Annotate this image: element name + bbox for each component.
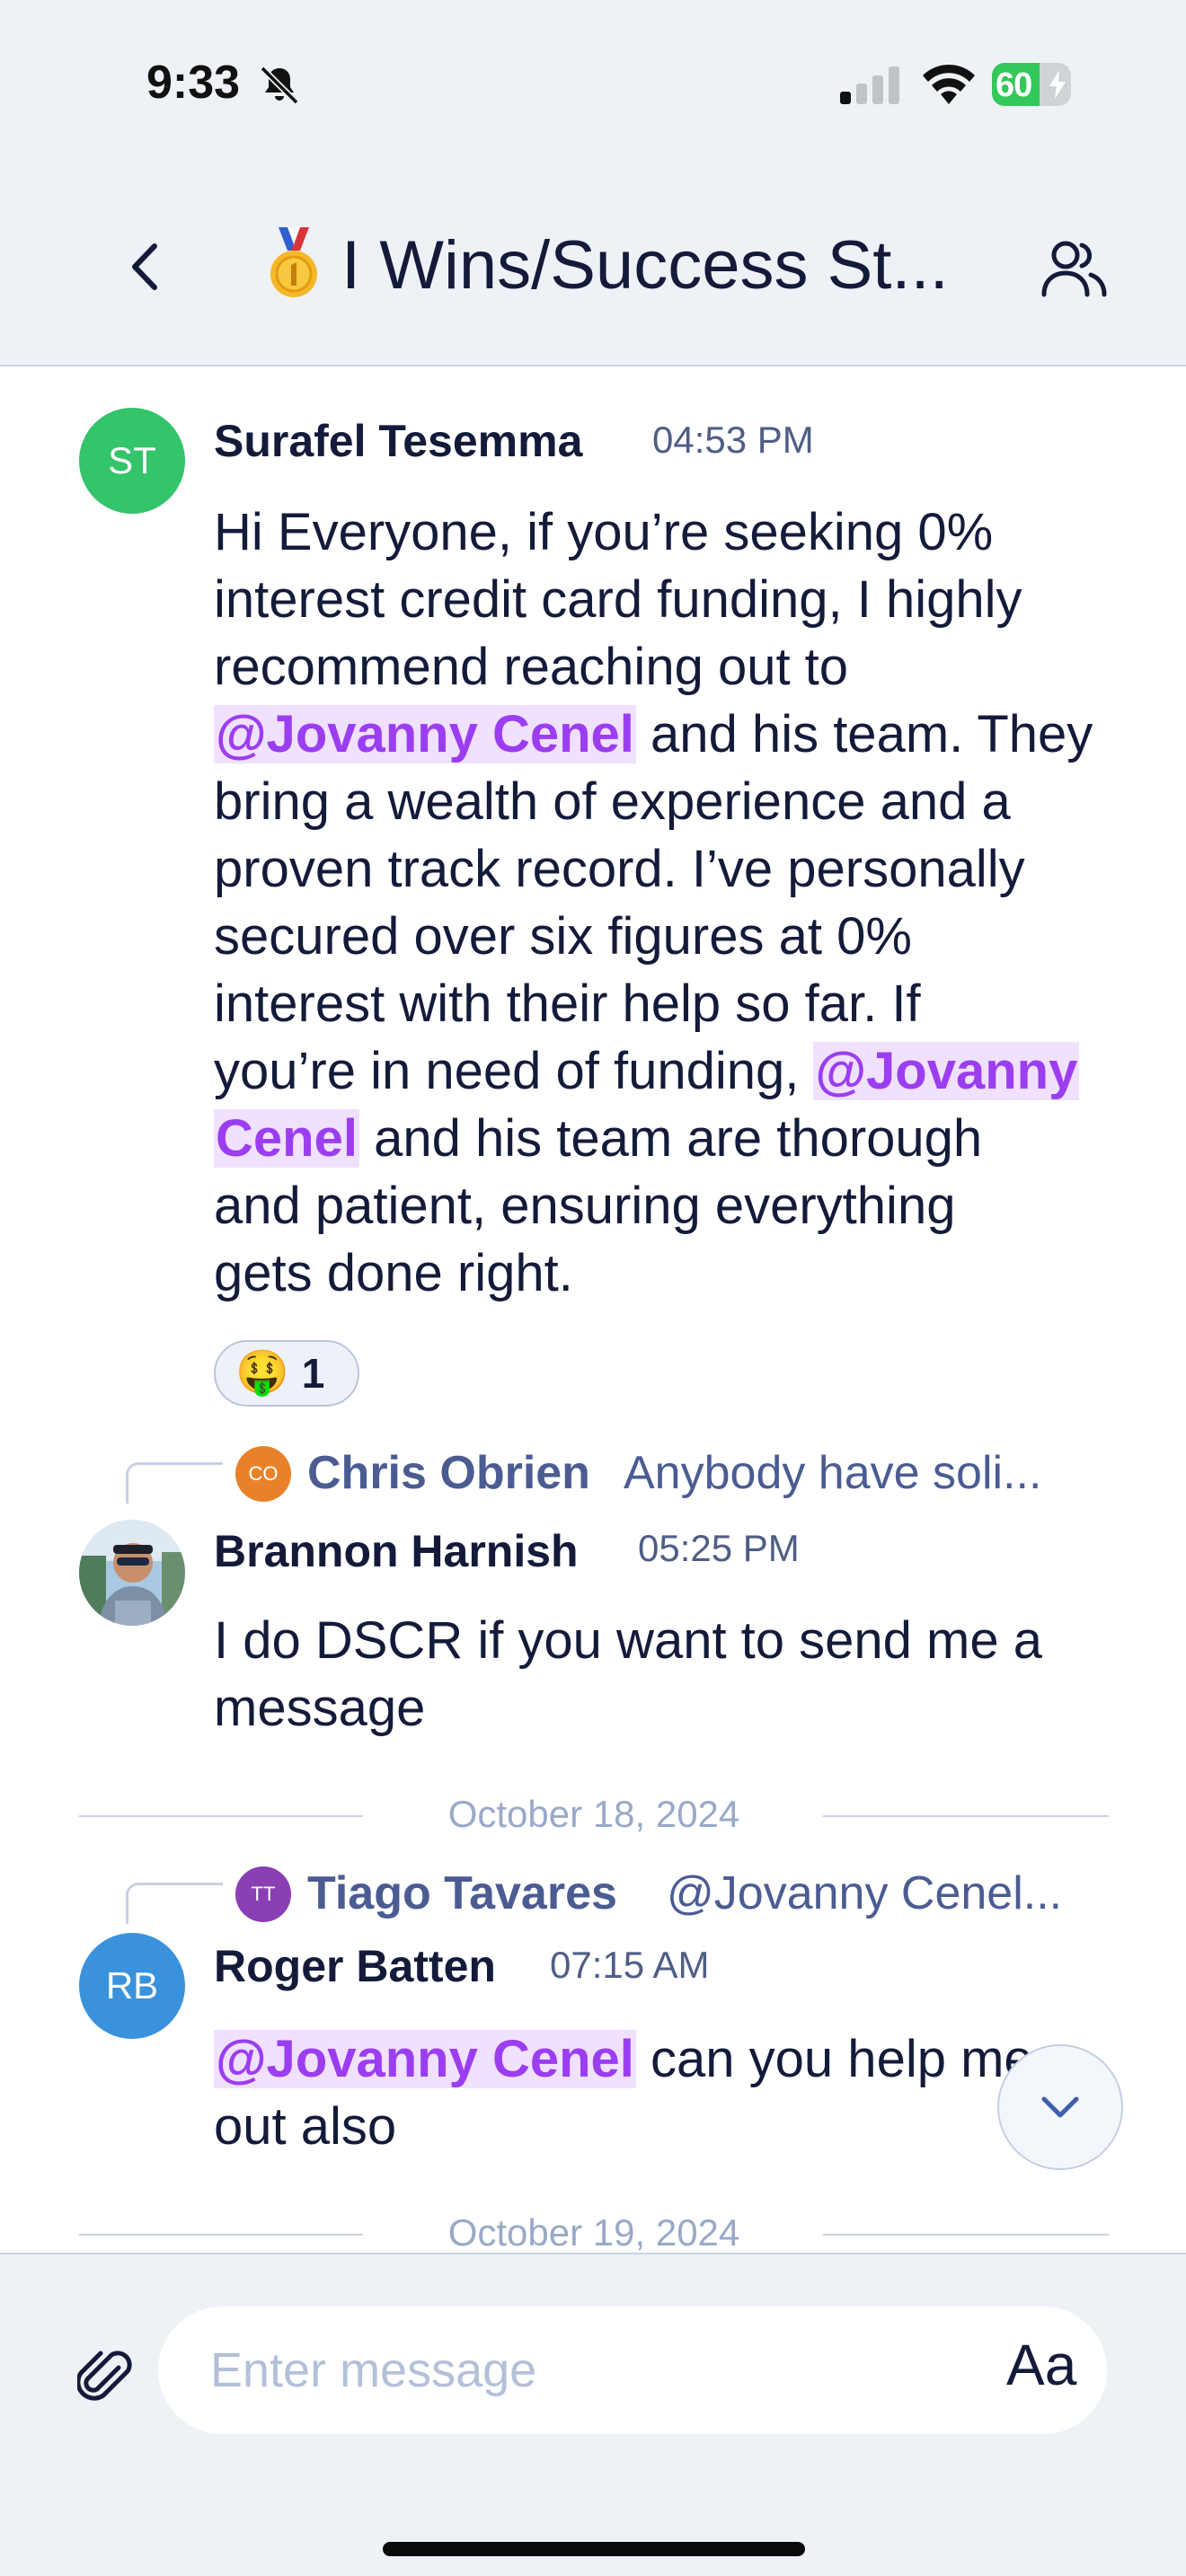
message-line: secured over six figures at 0% [214, 904, 912, 970]
message-line: out also [214, 2094, 396, 2160]
reply-preview[interactable]: @Jovanny Cenel... [667, 1866, 1062, 1920]
message-line: Hi Everyone, if you’re seeking 0% [214, 499, 993, 566]
sender-name[interactable]: Roger Batten [214, 1940, 496, 1992]
reply-author[interactable]: Tiago Tavares [307, 1866, 617, 1920]
message-text: interest credit card funding, I highly [214, 570, 1022, 629]
status-time: 9:33 [146, 57, 241, 109]
sender-name[interactable]: Brannon Harnish [214, 1525, 579, 1577]
avatar[interactable]: ST [79, 408, 185, 514]
message-line: message [214, 1675, 425, 1742]
message-text: message [214, 1679, 426, 1737]
message-line: gets done right. [214, 1240, 573, 1307]
user-mention[interactable]: @Jovanny Cenel [214, 705, 636, 763]
avatar-initials: RB [105, 1964, 159, 2007]
message-line: Cenel and his team are thorough [214, 1106, 982, 1172]
top-bar: 9:33 60 I Wins/Success St... [0, 0, 1186, 366]
bolt-icon [1049, 70, 1066, 99]
message-line: proven track record. I’ve personally [214, 836, 1025, 903]
medal-icon [270, 227, 317, 297]
reply-author[interactable]: Chris Obrien [307, 1446, 590, 1500]
date-label: October 19, 2024 [447, 2211, 740, 2254]
message-text: can you help me [635, 2030, 1033, 2088]
message-text: I do DSCR if you want to send me a [214, 1611, 1042, 1670]
avatar[interactable] [79, 1520, 185, 1626]
message-time: 04:53 PM [652, 419, 814, 461]
scroll-to-bottom-button[interactable] [997, 2044, 1123, 2170]
user-mention[interactable]: @Jovanny [813, 1042, 1080, 1100]
message-text: you’re in need of funding, [214, 1042, 814, 1100]
battery-percent: 60 [996, 66, 1032, 104]
message-input[interactable] [158, 2307, 1107, 2434]
wifi-icon [923, 64, 975, 104]
channel-title-text: I Wins/Success St... [341, 226, 949, 304]
message-line: you’re in need of funding, @Jovanny [214, 1038, 1080, 1105]
bell-slash-icon [260, 66, 299, 105]
reply-avatar: TT [235, 1866, 291, 1922]
reply-avatar-initials: CO [248, 1462, 279, 1485]
battery-charging-icon: 60 [992, 63, 1071, 106]
message-text: out also [214, 2097, 397, 2156]
user-mention[interactable]: Cenel [214, 1109, 359, 1168]
message-line: @Jovanny Cenel can you help me [214, 2026, 1033, 2093]
people-icon[interactable] [1040, 237, 1109, 300]
message-line: and patient, ensuring everything [214, 1173, 955, 1239]
message-line: interest credit card funding, I highly [214, 567, 1022, 633]
message-text: secured over six figures at 0% [214, 907, 912, 966]
chevron-down-icon [1041, 2096, 1079, 2118]
avatar-initials: ST [108, 439, 156, 481]
message-line: I do DSCR if you want to send me a [214, 1608, 1042, 1674]
profile-photo [79, 1520, 185, 1626]
date-divider: October 18, 2024 [79, 1793, 1109, 1838]
channel-title[interactable]: I Wins/Success St... [266, 225, 1003, 305]
message-text: proven track record. I’ve personally [214, 840, 1025, 898]
message-time: 05:25 PM [638, 1527, 800, 1569]
message-line: bring a wealth of experience and a [214, 769, 1011, 835]
message-text: and his team. They [635, 705, 1093, 763]
message-line: interest with their help so far. If [214, 971, 921, 1037]
message-text: and patient, ensuring everything [214, 1177, 956, 1235]
text-format-button[interactable]: Aa [1006, 2332, 1076, 2398]
avatar[interactable]: RB [79, 1933, 185, 2039]
message-line: recommend reaching out to [214, 634, 848, 701]
reply-avatar-initials: TT [251, 1883, 276, 1905]
reply-connector [126, 1462, 223, 1504]
reaction-count: 1 [301, 1350, 325, 1397]
message-text: gets done right. [214, 1244, 573, 1302]
money-mouth-face-icon: 🤑 [235, 1349, 289, 1397]
reply-connector [126, 1883, 223, 1924]
user-mention[interactable]: @Jovanny Cenel [214, 2030, 636, 2088]
reaction-chip[interactable]: 🤑 1 [214, 1340, 359, 1407]
date-label: October 18, 2024 [447, 1793, 740, 1835]
message-text: Hi Everyone, if you’re seeking 0% [214, 503, 994, 561]
date-divider: October 19, 2024 [79, 2211, 1109, 2256]
message-text: recommend reaching out to [214, 638, 849, 696]
message-line: @Jovanny Cenel and his team. They [214, 701, 1093, 768]
reply-preview[interactable]: Anybody have soli... [624, 1446, 1041, 1500]
cellular-signal-icon [840, 66, 899, 104]
message-text: and his team are thorough [358, 1109, 983, 1168]
message-composer: Aa [0, 2253, 1186, 2576]
message-text: interest with their help so far. If [214, 975, 921, 1033]
back-chevron-icon[interactable] [122, 235, 167, 298]
reply-avatar: CO [235, 1446, 291, 1502]
message-time: 07:15 AM [550, 1944, 710, 1986]
home-indicator [383, 2542, 805, 2556]
sender-name[interactable]: Surafel Tesemma [214, 415, 582, 467]
message-text: bring a wealth of experience and a [214, 772, 1011, 831]
paperclip-icon[interactable] [77, 2348, 135, 2409]
